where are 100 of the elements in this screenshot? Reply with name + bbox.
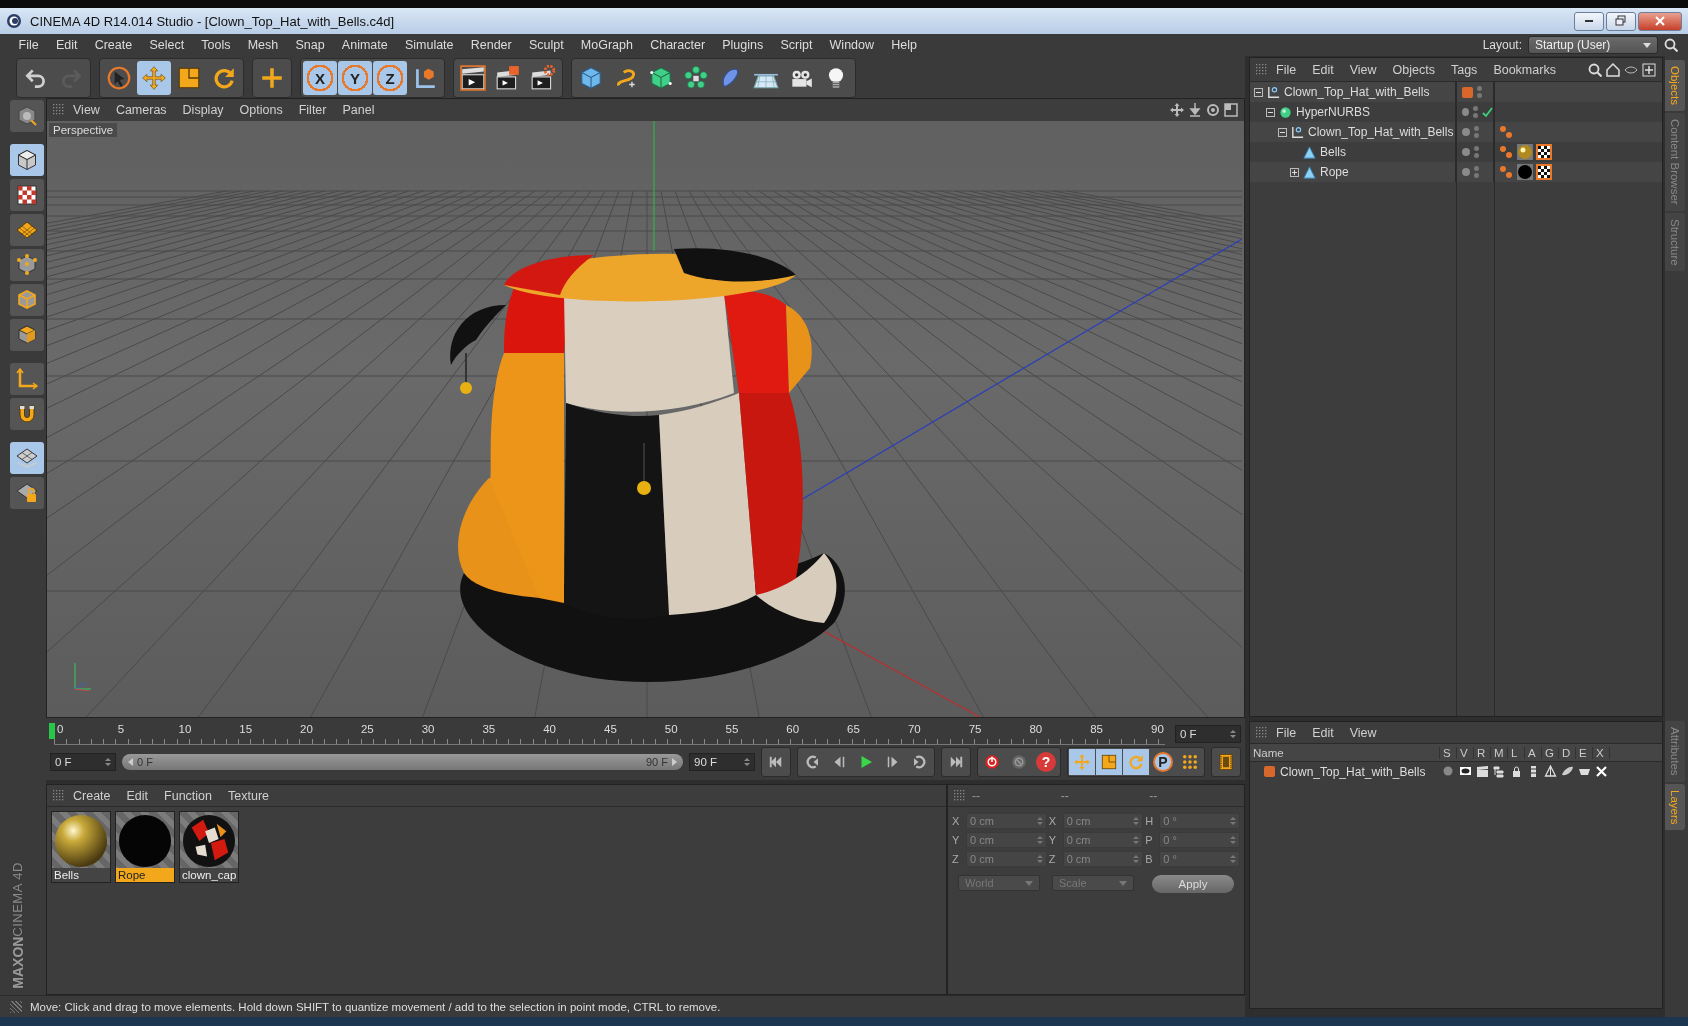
end-frame-field[interactable]: 90 F [689, 753, 755, 771]
mode-button[interactable] [10, 100, 44, 132]
object-menu-item[interactable]: Bookmarks [1485, 62, 1564, 77]
visibility-dot[interactable] [1462, 108, 1469, 116]
menu-item[interactable]: Render [462, 38, 521, 52]
menu-item[interactable]: MoGraph [572, 38, 642, 52]
render-visibility-toggle[interactable] [1477, 86, 1482, 98]
two-dots-icon[interactable] [1498, 144, 1514, 160]
axis-lock-button[interactable]: Z [373, 61, 407, 95]
two-dots-icon[interactable] [1498, 164, 1514, 180]
menu-item[interactable]: Sculpt [520, 38, 573, 52]
material-sphere-icon[interactable] [1517, 144, 1533, 160]
object-menu-item[interactable]: File [1268, 62, 1305, 77]
menu-item[interactable]: File [10, 38, 48, 52]
search-icon[interactable] [1664, 38, 1678, 52]
side-tab[interactable]: Layers [1665, 783, 1685, 831]
visibility-dot[interactable] [1462, 168, 1470, 176]
object-menu-item[interactable]: Objects [1384, 62, 1443, 77]
maximize-icon[interactable] [1224, 103, 1238, 117]
checkerboard-icon[interactable] [1536, 164, 1552, 180]
axis-lock-button[interactable]: Y [338, 61, 372, 95]
layer-name[interactable]: Clown_Top_Hat_with_Bells [1280, 764, 1426, 779]
search-icon[interactable] [1588, 62, 1602, 77]
expand-icon[interactable] [1290, 167, 1299, 177]
start-frame-field[interactable]: 0 F [50, 753, 116, 771]
layer-menu-item[interactable]: Edit [1304, 725, 1342, 740]
range-slider[interactable]: 0 F 90 F [122, 754, 683, 770]
tree-icon[interactable] [1493, 765, 1506, 778]
object-menu-item[interactable]: Tags [1442, 62, 1486, 77]
object-menu-item[interactable]: Edit [1304, 62, 1342, 77]
collapse-icon[interactable] [1278, 127, 1287, 137]
new-window-icon[interactable] [1642, 62, 1656, 77]
mode-button[interactable] [10, 144, 44, 176]
object-name[interactable]: Rope [1320, 165, 1349, 179]
menu-item[interactable]: Tools [192, 38, 240, 52]
material-swatch[interactable]: Bells [51, 811, 111, 883]
eye-icon[interactable] [1459, 765, 1472, 778]
view-menu-item[interactable]: Cameras [107, 103, 175, 117]
menu-item[interactable]: Animate [333, 38, 397, 52]
collapse-icon[interactable] [1266, 107, 1275, 117]
checkerboard-icon[interactable] [1536, 144, 1552, 160]
mode-button[interactable] [10, 214, 44, 246]
view-menu-item[interactable]: Filter [290, 103, 335, 117]
parameter-key-button[interactable]: P [1153, 752, 1173, 772]
mode-button[interactable] [10, 319, 44, 351]
panel-grip-icon[interactable] [53, 789, 65, 802]
help-button[interactable]: ? [1036, 752, 1056, 772]
view-menu-item[interactable]: Display [174, 103, 232, 117]
panel-grip-icon[interactable] [53, 104, 65, 116]
menu-item[interactable]: Character [641, 38, 714, 52]
clapboard-icon[interactable] [1476, 765, 1489, 778]
two-dots-icon[interactable] [1498, 124, 1514, 140]
layer-menu-item[interactable]: View [1341, 725, 1385, 740]
material-sphere-icon[interactable] [1517, 164, 1533, 180]
panel-grip-icon[interactable] [954, 789, 966, 802]
material-menu-item[interactable]: Create [65, 788, 119, 803]
orbit-icon[interactable] [1206, 103, 1220, 117]
view-menu-item[interactable]: Panel [334, 103, 383, 117]
material-menu-item[interactable]: Function [156, 788, 221, 803]
mode-button[interactable] [10, 398, 44, 430]
mode-button[interactable] [10, 477, 44, 509]
material-menu-item[interactable]: Edit [118, 788, 157, 803]
panel-grip-icon[interactable] [1256, 726, 1268, 739]
close-button[interactable] [1638, 11, 1682, 31]
zoom-arrow-icon[interactable] [1188, 103, 1202, 117]
menu-item[interactable]: Window [820, 38, 883, 52]
side-tab[interactable]: Objects [1665, 60, 1685, 111]
menu-item[interactable]: Help [882, 38, 926, 52]
check-icon[interactable] [1482, 106, 1493, 118]
axis-lock-button[interactable]: X [303, 61, 337, 95]
pyramid-icon[interactable] [1544, 765, 1557, 778]
minimize-button[interactable] [1574, 11, 1604, 31]
menu-item[interactable]: Snap [286, 38, 334, 52]
leaf-icon[interactable] [1561, 765, 1574, 778]
menu-item[interactable]: Select [140, 38, 193, 52]
render-visibility-toggle[interactable] [1474, 146, 1479, 158]
render-visibility-toggle[interactable] [1474, 126, 1479, 138]
lock-icon[interactable] [1510, 765, 1523, 778]
object-name[interactable]: HyperNURBS [1296, 105, 1370, 119]
view-menu-item[interactable]: View [65, 103, 108, 117]
menu-item[interactable]: Create [86, 38, 141, 52]
current-frame-field[interactable]: 0 F [1175, 725, 1241, 743]
layer-menu-item[interactable]: File [1268, 725, 1305, 740]
mode-button[interactable] [10, 179, 44, 211]
menu-item[interactable]: Mesh [239, 38, 287, 52]
collapse-icon[interactable] [1254, 87, 1263, 97]
mode-button[interactable] [10, 249, 44, 281]
x-mark-icon[interactable] [1595, 765, 1608, 778]
layout-dropdown[interactable]: Startup (User) [1528, 36, 1658, 54]
render-visibility-toggle[interactable] [1473, 106, 1478, 118]
menu-item[interactable]: Script [771, 38, 821, 52]
material-menu-item[interactable]: Texture [220, 788, 278, 803]
maximize-button[interactable] [1606, 11, 1636, 31]
visibility-dot[interactable] [1462, 128, 1470, 136]
home-icon[interactable] [1606, 62, 1620, 77]
menu-item[interactable]: Simulate [396, 38, 463, 52]
render-visibility-toggle[interactable] [1474, 166, 1479, 178]
menu-item[interactable]: Plugins [713, 38, 772, 52]
mode-button[interactable] [10, 442, 44, 474]
visibility-dot[interactable] [1462, 148, 1470, 156]
